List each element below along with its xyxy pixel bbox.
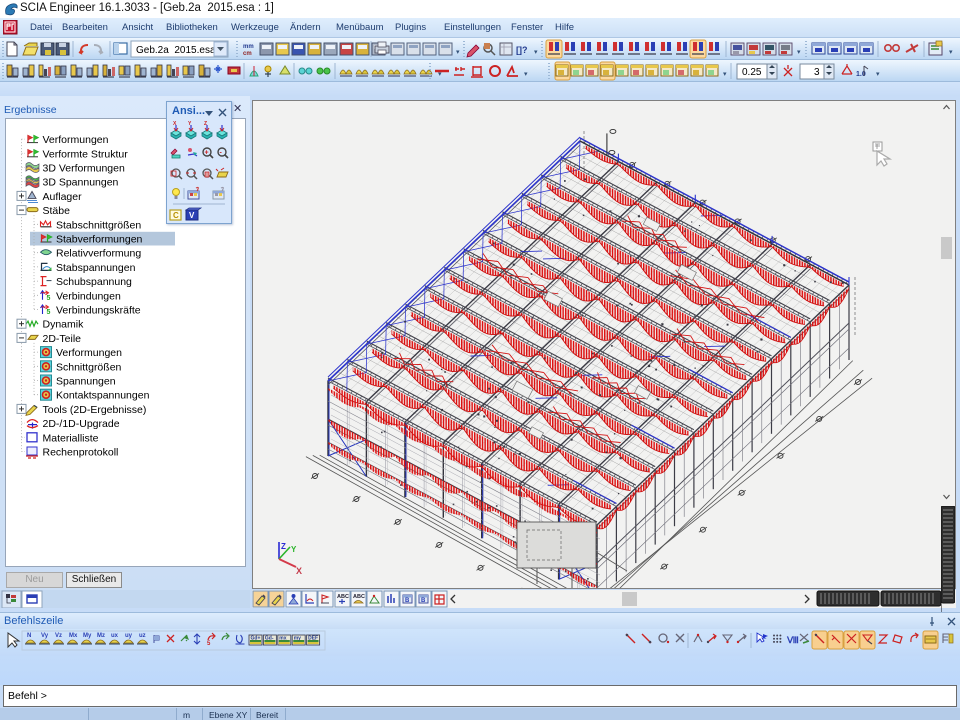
svg-text:Schnittgrößen: Schnittgrößen (56, 361, 122, 373)
svg-text:Mx: Mx (69, 633, 78, 639)
svg-text:Verbindungen: Verbindungen (56, 290, 121, 302)
svg-text:Verformungen: Verformungen (43, 134, 109, 146)
svg-text:▾: ▾ (723, 71, 727, 78)
svg-text:Relativverformung: Relativverformung (56, 248, 141, 260)
svg-text:Mz: Mz (97, 633, 105, 639)
svg-text:Verbindungskräfte: Verbindungskräfte (56, 305, 141, 317)
svg-text:Schubspannung: Schubspannung (56, 276, 132, 288)
svg-text:5: 5 (207, 641, 211, 647)
svg-text:DEF: DEF (308, 636, 318, 642)
svg-text:2D-/1D-Upgrade: 2D-/1D-Upgrade (43, 418, 120, 430)
svg-text:ABC: ABC (353, 594, 365, 600)
svg-text:5: 5 (47, 309, 51, 316)
svg-text:Geb.2a 2015.esa: Geb.2a 2015.esa (136, 45, 216, 56)
svg-text:▾: ▾ (524, 71, 528, 78)
svg-text:uz: uz (139, 633, 146, 639)
svg-text:Gd-: Gd- (265, 636, 274, 642)
svg-text:My: My (83, 633, 92, 639)
svg-text:B: B (421, 598, 426, 604)
svg-text:Gd+: Gd+ (251, 636, 261, 642)
svg-text:Kontaktspannungen: Kontaktspannungen (56, 390, 150, 402)
svg-text:▾: ▾ (456, 49, 460, 56)
svg-text:0.25: 0.25 (742, 67, 762, 78)
svg-text:5: 5 (47, 295, 51, 302)
svg-text:my: my (294, 636, 301, 642)
svg-text:Materialliste: Materialliste (43, 432, 99, 444)
svg-text:Spannungen: Spannungen (56, 376, 116, 388)
svg-text:[]?: []? (516, 45, 528, 55)
svg-text:C: C (173, 211, 179, 220)
svg-text:Verformte Struktur: Verformte Struktur (43, 148, 129, 160)
svg-text:Vz: Vz (55, 633, 62, 639)
svg-text:▾: ▾ (876, 71, 880, 78)
svg-text:Auflager: Auflager (43, 191, 83, 203)
svg-text:Vy: Vy (41, 633, 49, 639)
svg-text:N: N (27, 633, 31, 639)
svg-text:▾: ▾ (949, 49, 953, 56)
svg-text:cm: cm (243, 51, 252, 57)
svg-text:Z: Z (281, 542, 286, 551)
svg-text:Tools (2D-Ergebnisse): Tools (2D-Ergebnisse) (43, 404, 147, 416)
svg-text:3D Spannungen: 3D Spannungen (43, 177, 119, 189)
svg-text:▾: ▾ (534, 49, 538, 56)
svg-text:mm: mm (243, 44, 254, 50)
svg-text:▾: ▾ (797, 49, 801, 56)
svg-text:2D-Teile: 2D-Teile (43, 333, 82, 345)
svg-text:Stäbe: Stäbe (43, 205, 71, 217)
svg-text:Dynamik: Dynamik (43, 319, 85, 331)
svg-text:Rechenprotokoll: Rechenprotokoll (43, 447, 119, 459)
svg-text:3D Verformungen: 3D Verformungen (43, 163, 125, 175)
svg-text:mx: mx (279, 636, 286, 642)
svg-text:Stabverformungen: Stabverformungen (56, 234, 143, 246)
svg-text:B: B (405, 598, 410, 604)
svg-text:Ⅷ: Ⅷ (786, 635, 799, 645)
svg-text:X: X (296, 566, 302, 576)
svg-text:ux: ux (111, 633, 119, 639)
svg-text:3: 3 (814, 67, 820, 78)
svg-text:Y: Y (291, 545, 297, 554)
svg-text:uy: uy (125, 633, 133, 639)
svg-text:Stabschnittgrößen: Stabschnittgrößen (56, 219, 141, 231)
svg-text:V: V (189, 211, 195, 220)
svg-text:Stabspannungen: Stabspannungen (56, 262, 136, 274)
svg-text:ABC: ABC (337, 594, 349, 600)
svg-text:+: + (205, 150, 209, 157)
svg-text:Z: Z (204, 121, 207, 127)
svg-text:Verformungen: Verformungen (56, 347, 122, 359)
